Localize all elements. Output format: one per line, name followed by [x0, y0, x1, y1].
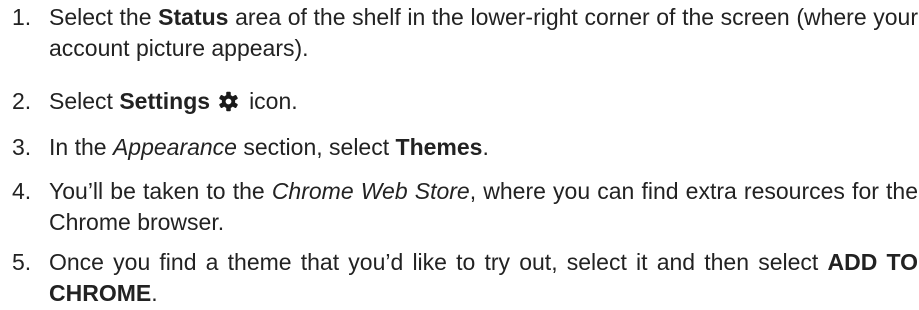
step-text: You’ll be taken to the Chrome Web Store,…: [49, 178, 918, 235]
settings-term: Settings: [119, 88, 211, 114]
step-number: 2.: [12, 88, 32, 114]
step-1: 1. Select the Status area of the shelf i…: [12, 2, 918, 64]
chrome-web-store-term: Chrome Web Store: [271, 178, 470, 204]
gear-icon: [218, 91, 239, 112]
step-4: 4. You’ll be taken to the Chrome Web Sto…: [12, 176, 918, 238]
step-number: 5.: [12, 249, 32, 275]
status-term: Status: [158, 4, 229, 30]
step-number: 3.: [12, 134, 32, 160]
step-number: 1.: [12, 4, 32, 30]
step-5: 5. Once you find a theme that you’d like…: [12, 247, 918, 309]
step-number: 4.: [12, 178, 32, 204]
instruction-list: 1. Select the Status area of the shelf i…: [0, 0, 919, 310]
themes-term: Themes: [395, 134, 483, 160]
step-2: 2. Select Settings icon.: [12, 86, 918, 117]
appearance-term: Appearance: [112, 134, 237, 160]
step-3: 3. In the Appearance section, select The…: [12, 132, 918, 163]
step-text: Once you find a theme that you’d like to…: [49, 249, 919, 306]
step-text: Select Settings icon.: [49, 88, 298, 114]
step-text: Select the Status area of the shelf in t…: [49, 4, 918, 61]
step-text: In the Appearance section, select Themes…: [49, 134, 489, 160]
